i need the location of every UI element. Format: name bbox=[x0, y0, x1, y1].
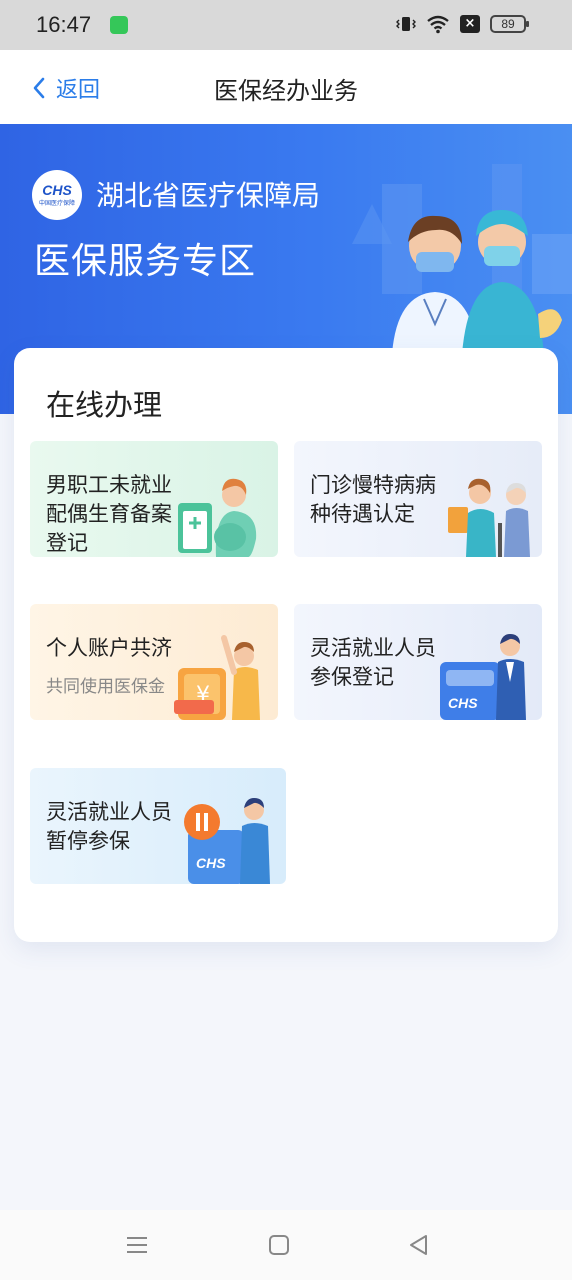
tile-subtitle: 共同使用医保金 bbox=[46, 677, 165, 697]
svg-text:CHS: CHS bbox=[448, 695, 478, 711]
tile-label-line: 配偶生育备案 bbox=[46, 502, 172, 526]
tile-label-line: 灵活就业人员 bbox=[46, 800, 172, 824]
system-navigation-bar bbox=[0, 1210, 572, 1280]
zone-title: 医保服务专区 bbox=[34, 241, 257, 282]
tile-label: 男职工未就业 配偶生育备案 登记 bbox=[46, 471, 172, 557]
nav-bar: 返回 医保经办业务 bbox=[0, 50, 572, 124]
status-bar: 16:47 × 89 bbox=[0, 0, 572, 50]
chs-logo-sub: 中国医疗保障 bbox=[38, 200, 75, 207]
no-sim-icon: × bbox=[460, 15, 480, 33]
tile-label: 灵活就业人员 参保登记 bbox=[310, 634, 436, 692]
yuan-wallet-icon: ¥ bbox=[174, 635, 260, 720]
chs-logo-mark: CHS bbox=[42, 182, 72, 198]
tile-label-line: 门诊慢特病病 bbox=[310, 473, 436, 497]
tile-label: 灵活就业人员 暂停参保 bbox=[46, 798, 172, 856]
org-name: 湖北省医疗保障局 bbox=[96, 179, 321, 212]
page-title: 医保经办业务 bbox=[214, 77, 358, 105]
tile-label: 门诊慢特病病 种待遇认定 bbox=[310, 471, 436, 529]
tile-personal-account-sharing[interactable]: 个人账户共济 共同使用医保金 ¥ bbox=[30, 604, 278, 720]
tile-flexible-employment-suspension[interactable]: 灵活就业人员 暂停参保 CHS bbox=[30, 768, 286, 884]
svg-text:CHS: CHS bbox=[196, 855, 226, 871]
vibrate-icon bbox=[396, 17, 416, 31]
back-triangle-icon[interactable] bbox=[406, 1232, 432, 1258]
home-icon[interactable] bbox=[266, 1232, 292, 1258]
nurse-elderly-icon bbox=[448, 478, 530, 557]
tile-spouse-maternity-registration[interactable]: 男职工未就业 配偶生育备案 登记 bbox=[30, 441, 278, 557]
app-notification-icon bbox=[110, 16, 128, 34]
online-section-title: 在线办理 bbox=[46, 388, 163, 422]
wifi-icon bbox=[427, 15, 449, 34]
pause-card-icon: CHS bbox=[184, 798, 270, 884]
tile-label: 个人账户共济 bbox=[46, 636, 172, 660]
status-time: 16:47 bbox=[36, 12, 92, 37]
pregnant-woman-clipboard-icon bbox=[178, 478, 257, 557]
tile-label-line: 灵活就业人员 bbox=[310, 636, 436, 660]
tile-flexible-employment-enrollment[interactable]: 灵活就业人员 参保登记 CHS bbox=[294, 604, 542, 720]
tile-label-line: 登记 bbox=[46, 531, 88, 555]
tile-label-line: 种待遇认定 bbox=[310, 502, 415, 526]
tile-label-line: 男职工未就业 bbox=[46, 473, 172, 497]
battery-icon: 89 bbox=[490, 15, 529, 33]
chs-logo: CHS 中国医疗保障 bbox=[32, 170, 82, 220]
menu-icon[interactable] bbox=[124, 1232, 150, 1258]
status-icons: × 89 bbox=[396, 14, 529, 34]
worker-card-icon: CHS bbox=[440, 634, 526, 720]
online-service-card: 在线办理 男职工未就业 配偶生育备案 登记 门诊慢特病病 种待遇认定 个人账户共… bbox=[14, 348, 558, 942]
tile-label-line: 暂停参保 bbox=[46, 829, 130, 853]
tile-chronic-disease-certification[interactable]: 门诊慢特病病 种待遇认定 bbox=[294, 441, 542, 557]
tile-label-line: 参保登记 bbox=[310, 665, 394, 689]
